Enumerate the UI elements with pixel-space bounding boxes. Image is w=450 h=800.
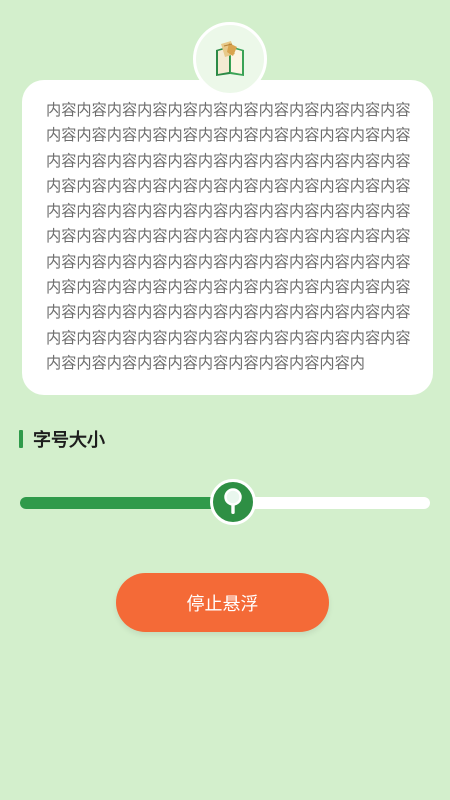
font-size-label: 字号大小 [33, 430, 105, 451]
preview-card: 内容内容内容内容内容内容内容内容内容内容内容内容内容内容内容内容内容内容内容内容… [22, 80, 433, 395]
stop-float-button[interactable]: 停止悬浮 [116, 573, 329, 632]
slider-fill [20, 497, 234, 509]
preview-text: 内容内容内容内容内容内容内容内容内容内容内容内容内容内容内容内容内容内容内容内容… [46, 101, 411, 372]
font-size-section-title: 字号大小 [19, 428, 105, 451]
slider-thumb[interactable] [210, 479, 257, 525]
font-size-slider[interactable] [20, 479, 430, 525]
book-badge [193, 22, 267, 96]
section-accent-bar [19, 430, 23, 448]
book-icon [216, 41, 244, 76]
magnifier-icon [224, 488, 242, 514]
